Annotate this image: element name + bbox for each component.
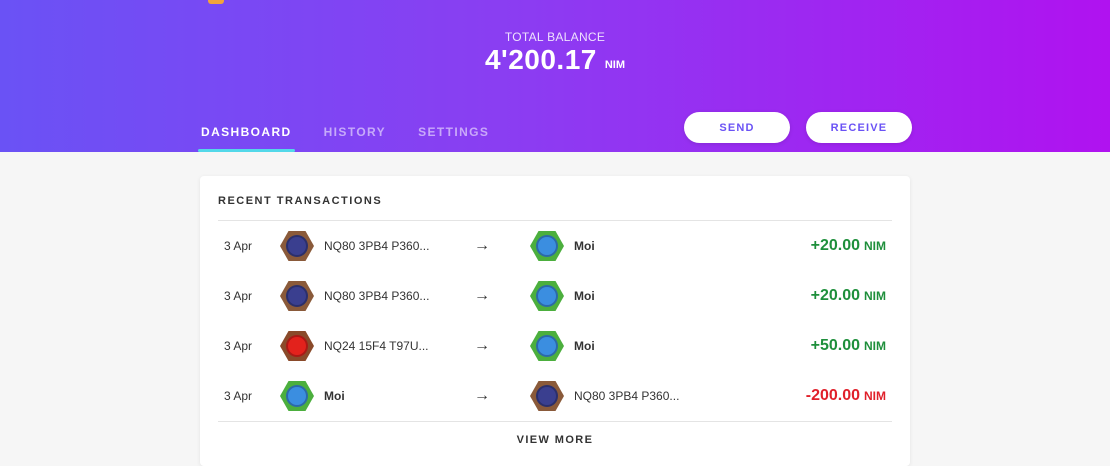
right-arrow-icon: → — [474, 237, 490, 254]
header: TOTAL BALANCE 4'200.17 NIM DASHBOARD HIST… — [0, 0, 1110, 152]
amount-value: +20.00 — [810, 287, 860, 304]
tab-history[interactable]: HISTORY — [321, 125, 389, 152]
identicon-icon — [280, 281, 314, 311]
sender-address: Moi — [324, 389, 345, 403]
total-balance: 4'200.17 NIM — [0, 44, 1110, 76]
transaction-row[interactable]: 3 Apr NQ80 3PB4 P360... → Moi +20.00 NIM — [218, 271, 892, 321]
sender-address: NQ80 3PB4 P360... — [324, 239, 430, 253]
right-arrow-icon: → — [474, 387, 490, 404]
transaction-date: 3 Apr — [224, 239, 253, 253]
transaction-amount: +20.00 NIM — [811, 287, 886, 305]
recipient-address: Moi — [574, 239, 595, 253]
identicon-icon — [280, 381, 314, 411]
divider — [218, 421, 892, 422]
amount-value: -200.00 — [805, 387, 860, 404]
recent-transactions-card: RECENT TRANSACTIONS 3 Apr NQ80 3PB4 P360… — [200, 176, 910, 466]
transaction-date: 3 Apr — [224, 339, 253, 353]
logo-icon — [208, 0, 224, 4]
transaction-date: 3 Apr — [224, 289, 253, 303]
transaction-row[interactable]: 3 Apr NQ24 15F4 T97U... → Moi +50.00 NIM — [218, 321, 892, 371]
amount-unit: NIM — [864, 239, 886, 253]
transaction-date: 3 Apr — [224, 389, 253, 403]
identicon-icon — [530, 231, 564, 261]
identicon-icon — [530, 331, 564, 361]
right-arrow-icon: → — [474, 287, 490, 304]
balance-unit: NIM — [604, 58, 626, 71]
identicon-icon — [530, 281, 564, 311]
recipient-address: Moi — [574, 339, 595, 353]
total-balance-label: TOTAL BALANCE — [504, 30, 606, 44]
nav-tabs: DASHBOARD HISTORY SETTINGS — [198, 125, 518, 152]
transaction-amount: +50.00 NIM — [811, 337, 886, 355]
recent-transactions-title: RECENT TRANSACTIONS — [218, 195, 383, 207]
send-button[interactable]: SEND — [684, 112, 790, 143]
transaction-row[interactable]: 3 Apr Moi → NQ80 3PB4 P360... -200.00 NIM — [218, 371, 892, 421]
transaction-amount: +20.00 NIM — [811, 237, 886, 255]
identicon-icon — [530, 381, 564, 411]
recipient-address: Moi — [574, 289, 595, 303]
amount-unit: NIM — [864, 339, 886, 353]
recipient-address: NQ80 3PB4 P360... — [574, 389, 680, 403]
receive-button[interactable]: RECEIVE — [806, 112, 912, 143]
transaction-row[interactable]: 3 Apr NQ80 3PB4 P360... → Moi +20.00 NIM — [218, 221, 892, 271]
amount-unit: NIM — [864, 389, 886, 403]
balance-amount: 4'200.17 — [484, 44, 597, 75]
identicon-icon — [280, 331, 314, 361]
amount-value: +50.00 — [810, 337, 860, 354]
amount-unit: NIM — [864, 289, 886, 303]
sender-address: NQ24 15F4 T97U... — [324, 339, 429, 353]
right-arrow-icon: → — [474, 337, 490, 354]
amount-value: +20.00 — [810, 237, 860, 254]
view-more-link[interactable]: VIEW MORE — [200, 434, 910, 446]
tab-settings[interactable]: SETTINGS — [415, 125, 492, 152]
identicon-icon — [280, 231, 314, 261]
tab-dashboard[interactable]: DASHBOARD — [198, 125, 295, 152]
sender-address: NQ80 3PB4 P360... — [324, 289, 430, 303]
transaction-amount: -200.00 NIM — [806, 387, 886, 405]
